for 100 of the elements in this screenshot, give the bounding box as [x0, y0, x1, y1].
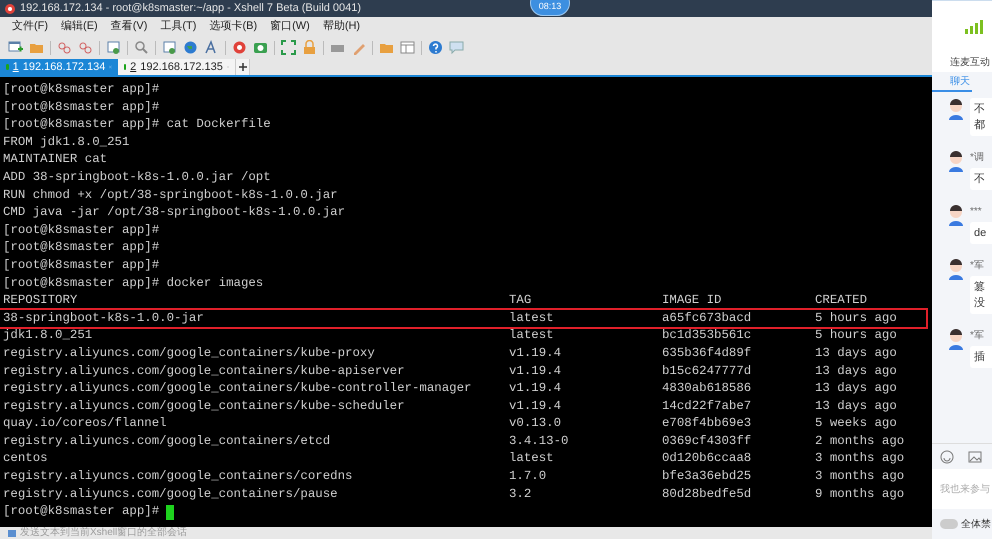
avatar-icon [946, 328, 966, 350]
table-cell-text: v1.19.4 [509, 362, 562, 380]
new-tab-button[interactable] [236, 59, 250, 75]
table-cell-text: latest [509, 310, 555, 327]
session-tab[interactable]: 1 192.168.172.134 [0, 59, 118, 75]
menu-item[interactable]: 文件(F) [12, 18, 48, 35]
search-icon[interactable] [134, 40, 149, 55]
message-input[interactable]: 我也来参与 [932, 469, 992, 509]
lock-icon[interactable] [302, 40, 317, 55]
terminal-line: [root@k8smaster app]# cat Dockerfile [3, 116, 272, 134]
table-cell-text: 0369cf4303ff [662, 432, 752, 450]
terminal-line: [root@k8smaster app]# [3, 256, 160, 274]
table-cell-text: 9 months ago [815, 486, 906, 503]
chat-tab[interactable]: 连麦互动 [932, 52, 992, 72]
window-icon[interactable] [106, 40, 121, 55]
table-cell-text: 3 months ago [815, 450, 906, 468]
session-tab[interactable]: 2 192.168.172.135 [118, 59, 236, 75]
table-cell-text: v1.19.4 [509, 398, 562, 415]
menu-item[interactable]: 工具(T) [160, 18, 196, 35]
message-text: 没 [974, 296, 986, 311]
terminal-line: [root@k8smaster app]# [3, 98, 160, 116]
table-cell-text: 1.7.0 [509, 468, 548, 486]
table-cell-text: registry.aliyuncs.com/google_containers/kube-scheduler [3, 398, 406, 415]
table-cell-text: 5 weeks ago [815, 415, 898, 432]
fullscreen-icon[interactable] [281, 40, 296, 55]
table-cell-text: 0d120b6ccaa8 [662, 450, 752, 468]
message-text: 都 [974, 118, 986, 133]
close-icon[interactable] [109, 64, 112, 70]
image-icon[interactable] [968, 450, 982, 464]
table-cell-text: bc1d353b561c [662, 327, 752, 344]
table-cell-text: 3.4.13-0 [509, 432, 570, 450]
avatar-icon [946, 204, 966, 226]
terminal-line: CMD java -jar /opt/38-springboot-k8s-1.0.0.jar [3, 204, 346, 222]
table-cell-text: 13 days ago [815, 362, 898, 380]
table-cell-text: a65fc673bacd [662, 310, 752, 327]
message-text: de [974, 226, 988, 241]
terminal-line: FROM jdk1.8.0_251 [3, 134, 130, 151]
app-logo-icon [4, 2, 16, 14]
table-cell-text: v0.13.0 [509, 415, 562, 432]
terminal-line: RUN chmod +x /opt/38-springboot-k8s-1.0.0.jar [3, 186, 339, 204]
column-header: IMAGE ID [662, 292, 722, 310]
chat-bubble-icon[interactable] [449, 40, 464, 55]
table-cell-text: 13 days ago [815, 344, 898, 362]
table-cell-text: 3 months ago [815, 468, 906, 486]
table-cell-text: registry.aliyuncs.com/google_containers/kube-controller-manager [3, 380, 472, 398]
terminal-line: [root@k8smaster app]# docker images [3, 274, 264, 292]
sender-name: *军 [970, 329, 985, 343]
globe-icon[interactable] [183, 40, 198, 55]
clock-badge: 08:13 [530, 0, 570, 16]
terminal-line: [root@k8smaster app]# [3, 222, 160, 239]
menu-item[interactable]: 选项卡(B) [209, 18, 258, 35]
table-cell-text: 5 hours ago [815, 310, 898, 327]
table-cell-text: 14cd22f7abe7 [662, 398, 752, 415]
table-cell-text: 4830ab618586 [662, 380, 752, 398]
table-cell-text: 5 hours ago [815, 327, 898, 344]
menu-item[interactable]: 编辑(E) [61, 18, 98, 35]
terminal-line: [root@k8smaster app]# [3, 239, 160, 256]
column-header: TAG [509, 292, 532, 310]
sender-name: *军 [970, 259, 985, 273]
table-cell-text: e708f4bb69e3 [662, 415, 752, 432]
terminal-line: [root@k8smaster app]# [3, 81, 160, 98]
table-cell-text: 13 days ago [815, 398, 898, 415]
table-cell-text: 38-springboot-k8s-1.0.0-jar [3, 310, 205, 327]
table-cell-text: 2 months ago [815, 432, 906, 450]
cursor [166, 504, 174, 520]
link-icon[interactable] [57, 40, 72, 55]
table-cell-text: v1.19.4 [509, 380, 562, 398]
layout-icon[interactable] [400, 40, 415, 55]
terminal-line: MAINTAINER cat [3, 151, 108, 168]
message-text: 不 [974, 172, 986, 187]
avatar-icon [946, 150, 966, 172]
emoji-icon[interactable] [940, 450, 954, 464]
column-header: REPOSITORY [3, 292, 78, 310]
menu-item[interactable]: 查看(V) [110, 18, 148, 35]
table-cell-text: registry.aliyuncs.com/google_containers/etcd [3, 432, 332, 450]
table-cell-text: 635b36f4d89f [662, 344, 752, 362]
link-icon[interactable] [78, 40, 93, 55]
table-cell-text: registry.aliyuncs.com/google_containers/kube-apiserver [3, 362, 406, 380]
table-cell-text: b15c6247777d [662, 362, 752, 380]
toggle-label: 全体禁 [961, 518, 991, 532]
message-text: 篡 [974, 280, 986, 295]
menu-item[interactable]: 帮助(H) [322, 18, 360, 35]
table-cell-text: registry.aliyuncs.com/google_containers/coredns [3, 468, 354, 486]
shell-icon[interactable] [232, 40, 247, 55]
window-icon[interactable] [162, 40, 177, 55]
column-header: CREATED [815, 292, 868, 310]
terminal-prompt: [root@k8smaster app]# [3, 503, 160, 520]
message-text: 不 [974, 102, 986, 117]
table-cell-text: quay.io/coreos/flannel [3, 415, 168, 432]
table-cell-text: latest [509, 327, 555, 344]
table-cell-text: jdk1.8.0_251 [3, 327, 94, 344]
help-icon[interactable] [428, 40, 443, 55]
table-cell-text: latest [509, 450, 555, 468]
menu-item[interactable]: 窗口(W) [270, 18, 310, 35]
status-text: 发送文本到当前Xshell窗口的全部会话 [20, 528, 188, 538]
table-cell-text: centos [3, 450, 49, 468]
table-cell-text: v1.19.4 [509, 344, 562, 362]
toggle-switch[interactable] [940, 519, 958, 529]
table-cell-text: 3.2 [509, 486, 532, 503]
sender-name: *调 [970, 151, 985, 165]
